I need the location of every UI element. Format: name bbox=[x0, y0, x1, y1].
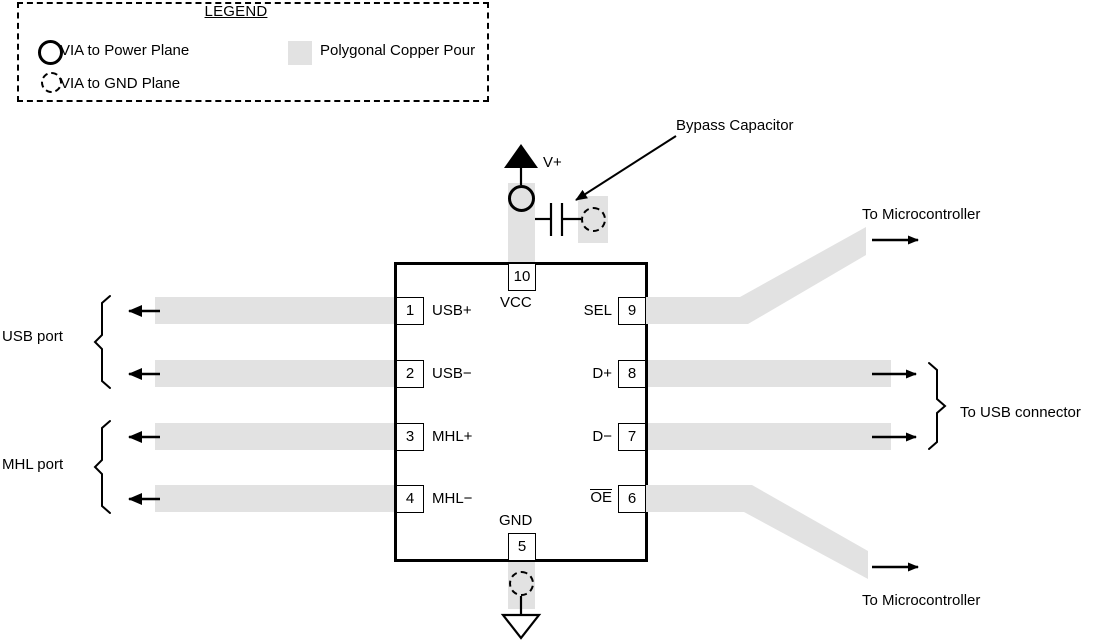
legend-item-label-power: VIA to Power Plane bbox=[60, 42, 190, 59]
via-gnd-dashed-circle-icon bbox=[41, 72, 62, 93]
copper-trace-mhl-minus bbox=[155, 485, 396, 512]
label-microcontroller-top: To Microcontroller bbox=[862, 206, 981, 223]
via-gnd-bypass bbox=[581, 207, 606, 232]
pin-label-usb-minus: USB− bbox=[432, 365, 472, 382]
pin-box-9: 9 bbox=[618, 297, 646, 325]
copper-trace-usb-minus bbox=[155, 360, 396, 387]
pin-box-2: 2 bbox=[396, 360, 424, 388]
pin-box-6: 6 bbox=[618, 485, 646, 513]
copper-trace-dplus bbox=[646, 360, 891, 387]
power-rail-arrow-icon bbox=[504, 144, 538, 185]
label-mhl-port: MHL port bbox=[2, 456, 64, 473]
pin-label-sel: SEL bbox=[583, 302, 612, 319]
label-bypass-capacitor: Bypass Capacitor bbox=[676, 117, 794, 134]
pin-box-5: 5 bbox=[508, 533, 536, 561]
legend-item-label-pour: Polygonal Copper Pour bbox=[320, 42, 476, 59]
pin-label-mhl-plus: MHL+ bbox=[432, 428, 473, 445]
pin-box-7: 7 bbox=[618, 423, 646, 451]
brace-usb-connector bbox=[928, 362, 947, 450]
copper-pour-swatch-icon bbox=[288, 41, 312, 65]
pcb-layout-diagram: LEGEND VIA to Power Plane VIA to GND Pla… bbox=[0, 0, 1103, 643]
copper-trace-oe-angled bbox=[646, 485, 868, 579]
via-gnd-plane bbox=[509, 571, 534, 596]
label-usb-connector: To USB connector bbox=[960, 404, 1081, 421]
pin-label-dplus: D+ bbox=[592, 365, 612, 382]
pin-label-mhl-minus: MHL− bbox=[432, 490, 473, 507]
pin-box-3: 3 bbox=[396, 423, 424, 451]
legend-title: LEGEND bbox=[204, 3, 268, 20]
label-usb-port: USB port bbox=[2, 328, 63, 345]
label-microcontroller-bottom: To Microcontroller bbox=[862, 592, 981, 609]
pin-box-8: 8 bbox=[618, 360, 646, 388]
via-power-plane bbox=[508, 185, 535, 212]
pin-box-1: 1 bbox=[396, 297, 424, 325]
copper-trace-mhl-plus bbox=[155, 423, 396, 450]
pin-label-oe: OE bbox=[516, 489, 612, 506]
pin-label-oe-text: OE bbox=[590, 489, 612, 506]
pin-box-10: 10 bbox=[508, 263, 536, 291]
copper-trace-sel-angled bbox=[646, 227, 866, 324]
copper-trace-dminus bbox=[646, 423, 891, 450]
pin-label-usb-plus: USB+ bbox=[432, 302, 472, 319]
label-power-rail: V+ bbox=[543, 154, 562, 171]
brace-mhl-port bbox=[93, 420, 111, 514]
pin-label-gnd: GND bbox=[499, 512, 533, 529]
bypass-capacitor-symbol-icon bbox=[535, 203, 581, 236]
left-port-arrows bbox=[128, 305, 160, 505]
pin-box-4: 4 bbox=[396, 485, 424, 513]
brace-usb-port bbox=[93, 295, 111, 389]
legend-item-label-gnd: VIA to GND Plane bbox=[60, 75, 181, 92]
copper-trace-usb-plus bbox=[155, 297, 396, 324]
bypass-capacitor-leader-arrow bbox=[575, 135, 677, 201]
pin-label-dminus: D− bbox=[592, 428, 612, 445]
